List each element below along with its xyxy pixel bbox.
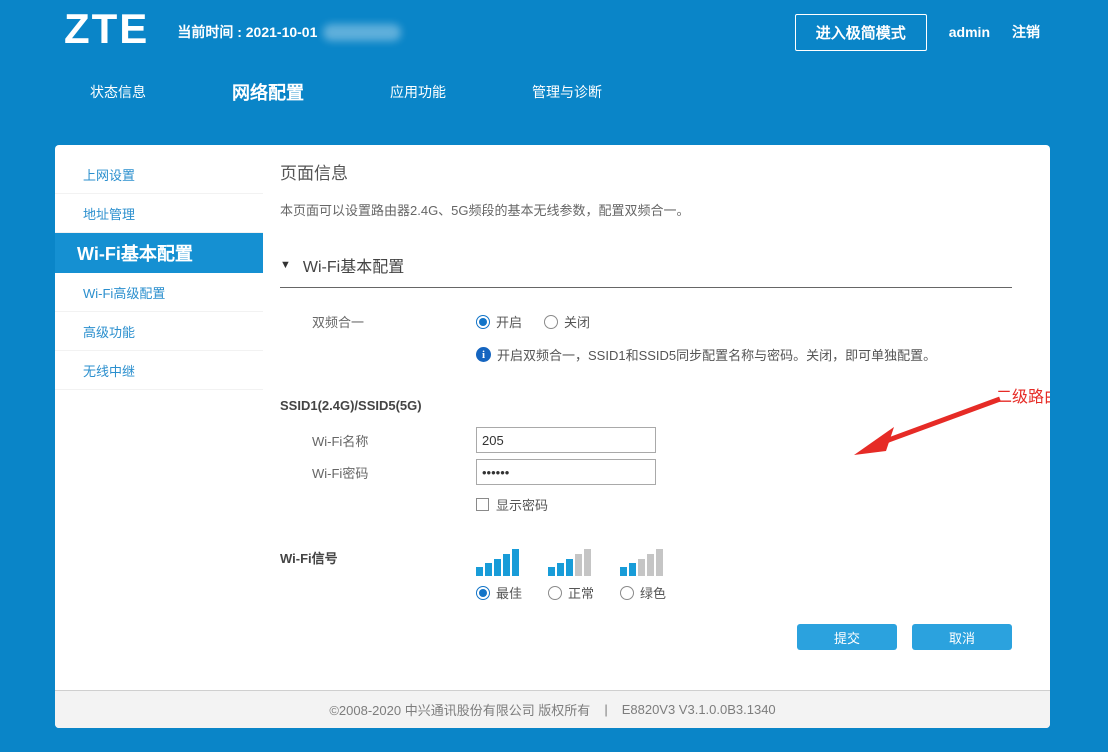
signal-normal-radio-row[interactable]: 正常: [548, 583, 594, 602]
content-card: 上网设置 地址管理 Wi-Fi基本配置 Wi-Fi高级配置 高级功能 无线中继 …: [55, 145, 1050, 728]
collapse-triangle-icon: ▼: [280, 259, 291, 271]
tab-network-config[interactable]: 网络配置: [232, 79, 304, 105]
enter-simple-mode-button[interactable]: 进入极简模式: [795, 14, 927, 51]
show-password-label: 显示密码: [496, 495, 548, 514]
sidebar-item-wireless-relay[interactable]: 无线中继: [55, 351, 263, 390]
sidebar-item-address-management[interactable]: 地址管理: [55, 194, 263, 233]
footer-separator: |: [604, 702, 607, 717]
signal-green-label: 绿色: [640, 583, 666, 602]
signal-normal-label: 正常: [568, 583, 594, 602]
signal-bars-green-icon: [620, 548, 666, 576]
sidebar: 上网设置 地址管理 Wi-Fi基本配置 Wi-Fi高级配置 高级功能 无线中继: [55, 145, 263, 690]
signal-option-normal[interactable]: 正常: [548, 548, 594, 602]
dual-band-off-label: 关闭: [564, 312, 590, 331]
tab-management-diagnostics[interactable]: 管理与诊断: [532, 82, 602, 102]
main-nav: 状态信息 网络配置 应用功能 管理与诊断: [0, 64, 1108, 120]
signal-bars-normal-icon: [548, 548, 594, 576]
tab-app-features[interactable]: 应用功能: [390, 82, 446, 102]
dual-band-note-text: 开启双频合一，SSID1和SSID5同步配置名称与密码。关闭，即可单独配置。: [497, 345, 936, 364]
current-time: 当前时间 : 2021-10-01: [177, 22, 401, 42]
main-panel: 页面信息 本页面可以设置路由器2.4G、5G频段的基本无线参数，配置双频合一。 …: [263, 145, 1050, 690]
signal-best-radio-icon[interactable]: [476, 586, 490, 600]
dual-band-radio-group: 开启 关闭: [476, 312, 590, 331]
signal-best-radio-row[interactable]: 最佳: [476, 583, 522, 602]
wifi-password-row: Wi-Fi密码: [280, 459, 1012, 485]
radio-on-icon[interactable]: [476, 315, 490, 329]
show-password-row[interactable]: 显示密码: [476, 495, 1012, 514]
wifi-signal-label: Wi-Fi信号: [280, 548, 476, 567]
current-time-label: 当前时间 : 2021-10-01: [177, 22, 317, 42]
signal-option-green[interactable]: 绿色: [620, 548, 666, 602]
firmware-version: E8820V3 V3.1.0.0B3.1340: [622, 702, 776, 717]
logout-link[interactable]: 注销: [1012, 22, 1040, 42]
signal-best-label: 最佳: [496, 583, 522, 602]
wifi-signal-row: Wi-Fi信号 最佳: [280, 548, 1012, 602]
ssid-group-label: SSID1(2.4G)/SSID5(5G): [280, 398, 1012, 413]
card-body: 上网设置 地址管理 Wi-Fi基本配置 Wi-Fi高级配置 高级功能 无线中继 …: [55, 145, 1050, 690]
signal-green-radio-row[interactable]: 绿色: [620, 583, 666, 602]
radio-off-icon[interactable]: [544, 315, 558, 329]
wifi-signal-options: 最佳 正常: [476, 548, 666, 602]
logged-in-username: admin: [949, 24, 990, 40]
page-info-title: 页面信息: [280, 159, 1012, 184]
dual-band-note: i 开启双频合一，SSID1和SSID5同步配置名称与密码。关闭，即可单独配置。: [476, 345, 1012, 364]
wifi-password-input[interactable]: [476, 459, 656, 485]
signal-green-radio-icon[interactable]: [620, 586, 634, 600]
form-buttons: 提交 取消: [280, 624, 1012, 650]
info-icon: i: [476, 347, 491, 362]
dual-band-label: 双频合一: [280, 312, 476, 331]
show-password-checkbox[interactable]: [476, 498, 489, 511]
cancel-button[interactable]: 取消: [912, 624, 1012, 650]
page-info-description: 本页面可以设置路由器2.4G、5G频段的基本无线参数，配置双频合一。: [280, 200, 1012, 219]
tab-status-info[interactable]: 状态信息: [90, 82, 146, 102]
wifi-password-label: Wi-Fi密码: [280, 463, 476, 482]
signal-bars-best-icon: [476, 548, 522, 576]
wifi-name-label: Wi-Fi名称: [280, 431, 476, 450]
dual-band-off-option[interactable]: 关闭: [544, 312, 590, 331]
wifi-basic-form: 双频合一 开启 关闭 i 开启双频合一，: [280, 288, 1012, 650]
wifi-name-row: Wi-Fi名称: [280, 427, 1012, 453]
header: ZTE 当前时间 : 2021-10-01 进入极简模式 admin 注销: [0, 0, 1108, 64]
dual-band-on-option[interactable]: 开启: [476, 312, 522, 331]
card-footer: ©2008-2020 中兴通讯股份有限公司 版权所有 | E8820V3 V3.…: [55, 690, 1050, 728]
sidebar-item-internet-settings[interactable]: 上网设置: [55, 155, 263, 194]
sidebar-item-wifi-basic-config[interactable]: Wi-Fi基本配置: [55, 233, 263, 273]
section-title: Wi-Fi基本配置: [303, 253, 404, 277]
dual-band-row: 双频合一 开启 关闭: [280, 312, 1012, 331]
submit-button[interactable]: 提交: [797, 624, 897, 650]
router-admin-page: { "header": { "logo": "ZTE", "time_label…: [0, 0, 1108, 752]
dual-band-on-label: 开启: [496, 312, 522, 331]
annotation-text: 二级路由的WiFi设置: [996, 383, 1050, 407]
header-right: 进入极简模式 admin 注销: [795, 14, 1040, 51]
signal-option-best[interactable]: 最佳: [476, 548, 522, 602]
wifi-name-input[interactable]: [476, 427, 656, 453]
copyright-text: ©2008-2020 中兴通讯股份有限公司 版权所有: [329, 700, 590, 719]
sidebar-item-wifi-advanced-config[interactable]: Wi-Fi高级配置: [55, 273, 263, 312]
sidebar-item-advanced-features[interactable]: 高级功能: [55, 312, 263, 351]
zte-logo: ZTE: [64, 8, 149, 56]
time-redacted-blur: [323, 24, 401, 41]
wifi-basic-section-header[interactable]: ▼ Wi-Fi基本配置: [280, 253, 1012, 288]
signal-normal-radio-icon[interactable]: [548, 586, 562, 600]
